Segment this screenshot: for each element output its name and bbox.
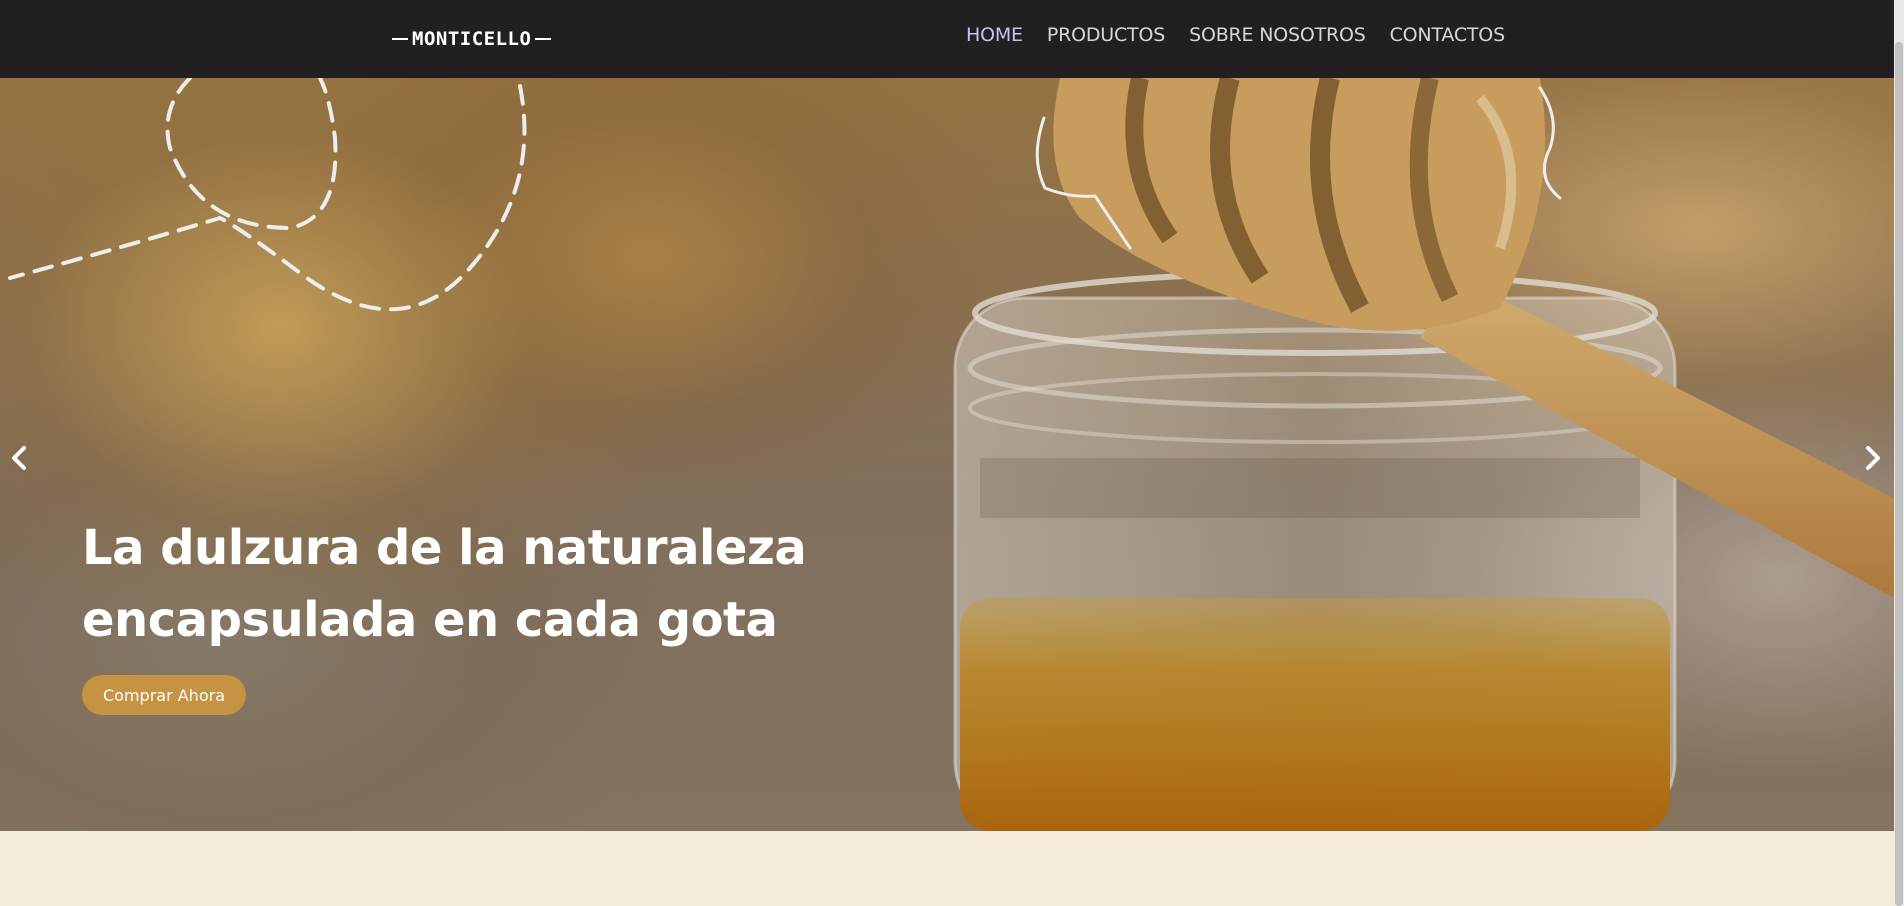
hero-overlay bbox=[0, 78, 1894, 831]
top-navbar: MONTICELLO HOME PRODUCTOS SOBRE NOSOTROS… bbox=[0, 0, 1894, 78]
hero-headline-line-1: La dulzura de la naturaleza bbox=[82, 520, 807, 576]
carousel-next-button[interactable] bbox=[1858, 440, 1888, 476]
chevron-right-icon bbox=[1866, 446, 1880, 470]
page-scrollbar[interactable] bbox=[1894, 0, 1904, 906]
next-section bbox=[0, 831, 1894, 906]
carousel-prev-button[interactable] bbox=[4, 440, 34, 476]
nav-contactos-link[interactable]: CONTACTOS bbox=[1390, 24, 1506, 46]
logo-text: MONTICELLO bbox=[412, 28, 532, 50]
hero-headline: La dulzura de la naturaleza encapsulada … bbox=[82, 512, 842, 656]
brand-logo[interactable]: MONTICELLO bbox=[388, 27, 555, 51]
main-nav: HOME PRODUCTOS SOBRE NOSOTROS CONTACTOS bbox=[966, 24, 1505, 46]
scrollbar-thumb[interactable] bbox=[1895, 42, 1903, 906]
logo-dash-left bbox=[392, 38, 408, 40]
chevron-left-icon bbox=[12, 446, 26, 470]
nav-productos-link[interactable]: PRODUCTOS bbox=[1047, 24, 1165, 46]
logo-dash-right bbox=[535, 38, 552, 40]
nav-sobre-nosotros-link[interactable]: SOBRE NOSOTROS bbox=[1189, 24, 1366, 46]
nav-home-link[interactable]: HOME bbox=[966, 24, 1023, 46]
hero-headline-line-2: encapsulada en cada gota bbox=[82, 592, 778, 648]
comprar-ahora-button[interactable]: Comprar Ahora bbox=[82, 675, 246, 715]
hero-carousel: La dulzura de la naturaleza encapsulada … bbox=[0, 78, 1894, 831]
